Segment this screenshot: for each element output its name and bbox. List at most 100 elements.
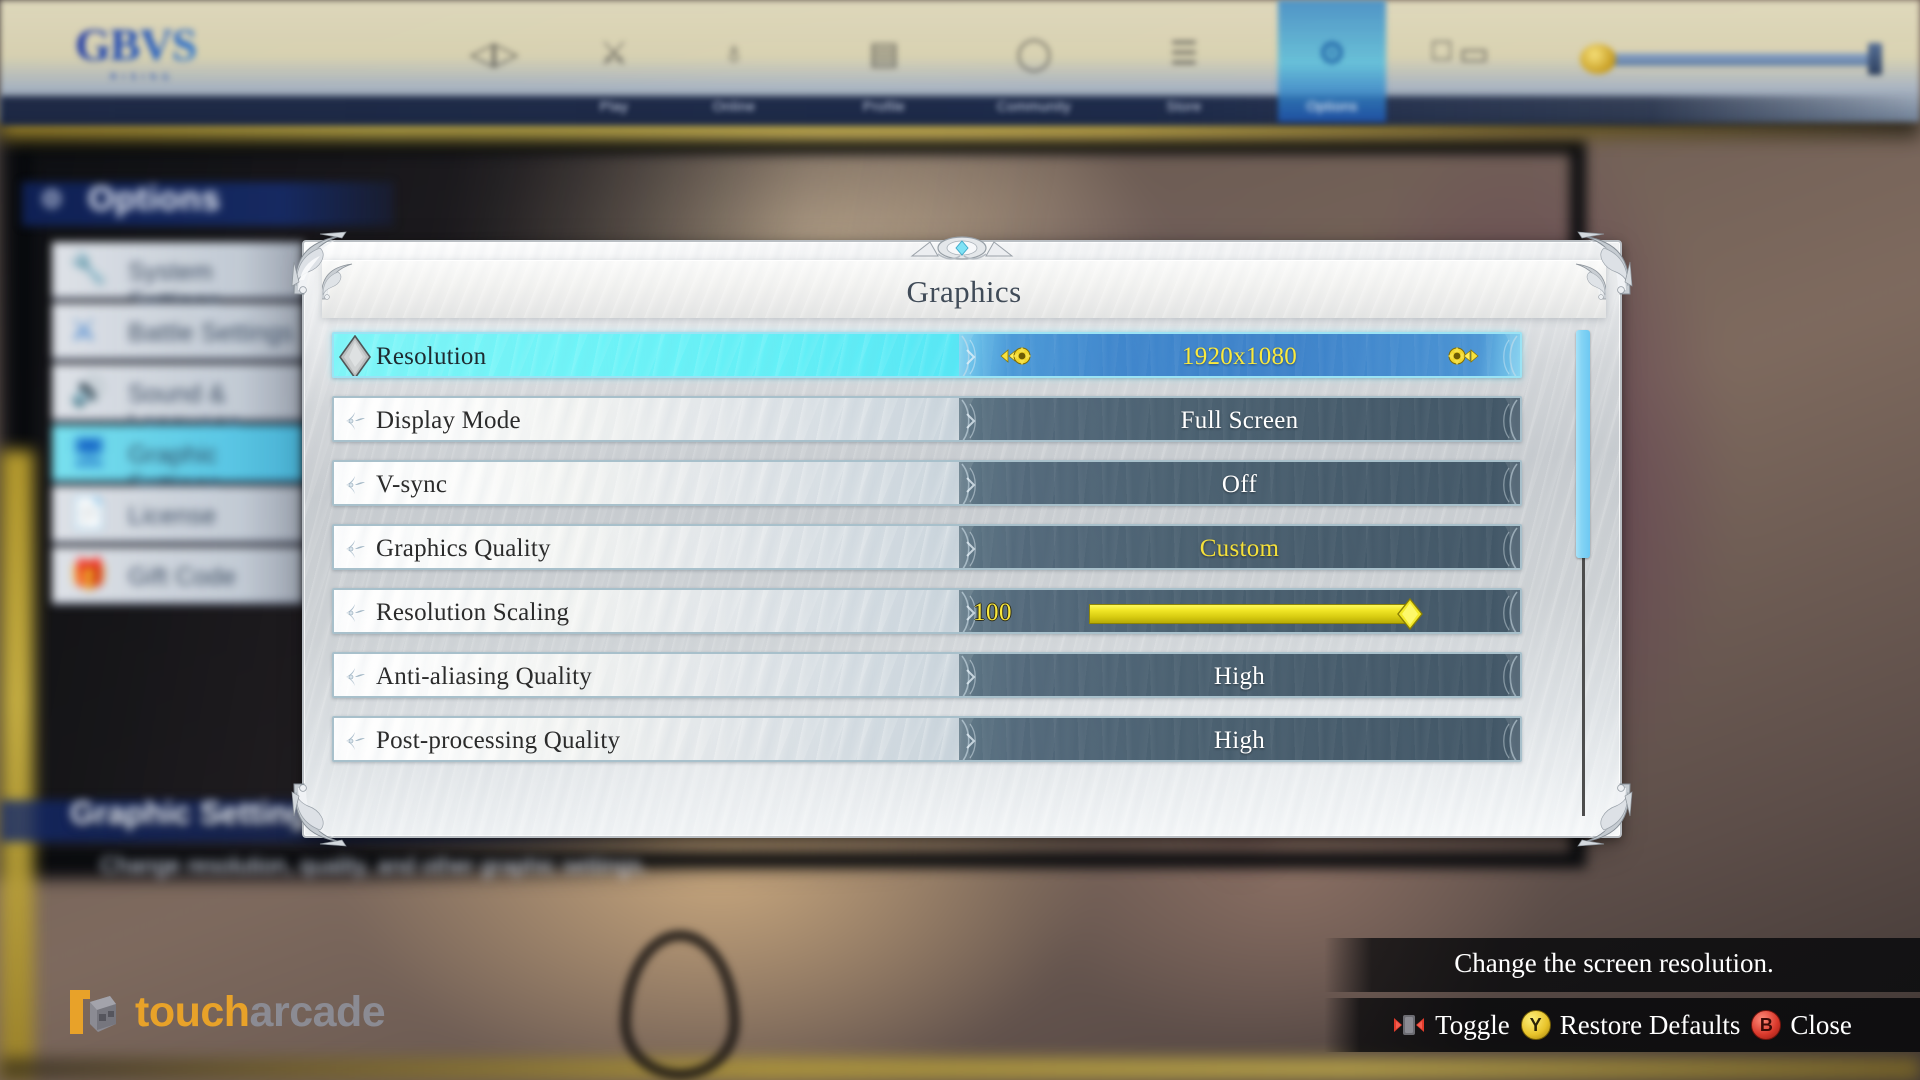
nav-tab-online[interactable]: ♁ Online	[680, 0, 788, 122]
dpad-left-right-icon	[1392, 1012, 1426, 1038]
help-prompt: Toggle	[1392, 1010, 1510, 1041]
setting-bullet-icon	[344, 666, 366, 688]
setting-label-panel: Display Mode	[334, 398, 959, 440]
button-y-icon-face: Y	[1520, 1010, 1551, 1040]
nav-tab-options[interactable]: ⚙ Options	[1278, 0, 1386, 122]
setting-label: Resolution Scaling	[376, 599, 570, 626]
options-menu-item-graphic-settings[interactable]: 🖥 Graphic Settings	[52, 425, 304, 498]
setting-label-panel: Post-processing Quality	[334, 718, 959, 760]
watermark-text-secondary: arcade	[249, 987, 386, 1036]
exp-bar-track	[1604, 53, 1878, 66]
setting-row-inner: Display Mode Full Screen	[332, 396, 1522, 442]
watermark-text: toucharcade	[135, 987, 386, 1037]
community-icon: ◯	[1016, 35, 1052, 71]
setting-label: Graphics Quality	[376, 535, 551, 562]
speaker-icon: 🔊	[70, 375, 108, 408]
nav-tab-label: Play	[599, 98, 629, 114]
options-panel-header-label: Options	[88, 180, 221, 218]
options-menu-item-label: License	[128, 502, 217, 530]
options-menu-item-label: Gift Code	[128, 563, 237, 591]
setting-value-panel[interactable]: High	[959, 654, 1520, 696]
options-menu-item-license[interactable]: 📄 License	[52, 486, 304, 544]
setting-row-inner: V-sync Off	[332, 460, 1522, 506]
wrench-icon: 🔧	[70, 253, 108, 286]
scrollbar-thumb[interactable]	[1576, 330, 1590, 559]
setting-row-inner: Resolution Scaling 100	[332, 588, 1522, 634]
setting-value-panel[interactable]: Full Screen	[959, 398, 1520, 440]
nav-tab-label: Options	[1306, 98, 1358, 114]
setting-value: High	[1213, 727, 1266, 754]
nav-tab-megaphone-icon[interactable]: ◁▷	[440, 0, 548, 122]
setting-value: Custom	[1199, 535, 1280, 562]
setting-row[interactable]: V-sync Off	[332, 460, 1522, 506]
selected-row-diamond-icon	[338, 334, 372, 376]
nav-tab-label: Store	[1166, 98, 1202, 114]
setting-label-panel: Anti-aliasing Quality	[334, 654, 959, 696]
dialog-header: Graphics	[322, 260, 1606, 318]
options-menu-item-sound-language[interactable]: 🔊 Sound & Language	[52, 364, 304, 437]
setting-row[interactable]: Graphics Quality Custom	[332, 524, 1522, 570]
gear-icon: ⚙	[1317, 35, 1347, 71]
settings-list: Resolution 1920x1080 Display Mode Full Scre…	[332, 332, 1560, 812]
setting-value: Off	[1221, 471, 1258, 498]
setting-row[interactable]: Display Mode Full Screen	[332, 396, 1522, 442]
setting-value-panel[interactable]: 100	[959, 590, 1520, 632]
gift-icon: 🎁	[70, 558, 108, 591]
help-button-prompts: Toggle Y Restore Defaults B Close	[1324, 998, 1920, 1052]
exp-bar-end-cap	[1868, 43, 1882, 75]
nav-tab-play[interactable]: ⚔ Play	[560, 0, 668, 122]
setting-value-panel[interactable]: High	[959, 718, 1520, 760]
store-icon: ☰	[1169, 35, 1199, 71]
setting-bullet-icon	[344, 538, 366, 560]
swords-icon: ⚔	[599, 35, 629, 71]
help-prompt: Y Restore Defaults	[1520, 1009, 1741, 1041]
nav-tab-profile[interactable]: ▤ Profile	[830, 0, 938, 122]
setting-bullet-icon	[344, 602, 366, 624]
help-prompt-label: Close	[1790, 1009, 1852, 1040]
setting-label: Anti-aliasing Quality	[376, 663, 592, 690]
setting-row-inner: Anti-aliasing Quality High	[332, 652, 1522, 698]
help-prompt-label: Restore Defaults	[1559, 1009, 1741, 1040]
setting-label: V-sync	[376, 471, 448, 498]
globe-icon: ♁	[722, 34, 746, 70]
setting-value: Full Screen	[1180, 407, 1299, 434]
options-menu-item-system-settings[interactable]: 🔧 System Settings	[52, 242, 304, 315]
setting-row-inner: Graphics Quality Custom	[332, 524, 1522, 570]
button-y-icon: Y	[1520, 1010, 1551, 1040]
setting-row[interactable]: Resolution Scaling 100	[332, 588, 1522, 634]
setting-row[interactable]: Post-processing Quality High	[332, 716, 1522, 762]
setting-value-panel[interactable]: Off	[959, 462, 1520, 504]
nav-tab-community[interactable]: ◯ Community	[980, 0, 1088, 122]
gear-icon: ⚙	[40, 184, 64, 214]
background-yellow-bottom-edge	[0, 1058, 1920, 1080]
button-b-icon-face: B	[1751, 1010, 1782, 1040]
setting-row[interactable]: Resolution 1920x1080	[332, 332, 1522, 378]
options-menu-item-battle-settings[interactable]: ⚔ Battle Settings	[52, 303, 304, 361]
toucharcade-logo-icon	[66, 984, 122, 1040]
dialog-body: Graphics Resolution 1920x1080 Display Mo…	[302, 240, 1622, 838]
stepper-decrement-arrow-icon[interactable]	[999, 345, 1033, 367]
options-menu-item-label: Battle Settings	[128, 319, 294, 347]
setting-label-panel: V-sync	[334, 462, 959, 504]
help-description: Change the screen resolution.	[1454, 948, 1774, 978]
nav-tab-store[interactable]: ☰ Store	[1130, 0, 1238, 122]
setting-label: Display Mode	[376, 407, 521, 434]
page-description: Change resolution, quality, and other gr…	[100, 852, 649, 878]
notification-icon[interactable]: ☐	[1430, 36, 1453, 67]
stepper-increment-arrow-icon[interactable]	[1446, 345, 1480, 367]
help-bar: Change the screen resolution. Toggle Y Res…	[1324, 938, 1920, 1052]
watermark-text-primary: touch	[135, 987, 250, 1036]
options-menu-item-gift-code[interactable]: 🎁 Gift Code	[52, 547, 304, 605]
setting-label-panel: Graphics Quality	[334, 526, 959, 568]
resolution-scaling-slider[interactable]	[1089, 597, 1423, 631]
setting-bullet-icon	[344, 410, 366, 432]
monitor-icon: 🖥	[70, 436, 109, 469]
setting-value-panel[interactable]: Custom	[959, 526, 1520, 568]
dialog-top-ornament-icon	[908, 230, 1016, 264]
setting-row[interactable]: Anti-aliasing Quality High	[332, 652, 1522, 698]
top-nav-label-strip	[0, 96, 1920, 126]
setting-value-panel[interactable]: 1920x1080	[959, 334, 1520, 376]
button-b-icon: B	[1751, 1010, 1782, 1040]
setting-label-panel: Resolution	[334, 334, 959, 376]
slider-thumb-diamond-icon[interactable]	[1397, 597, 1423, 631]
